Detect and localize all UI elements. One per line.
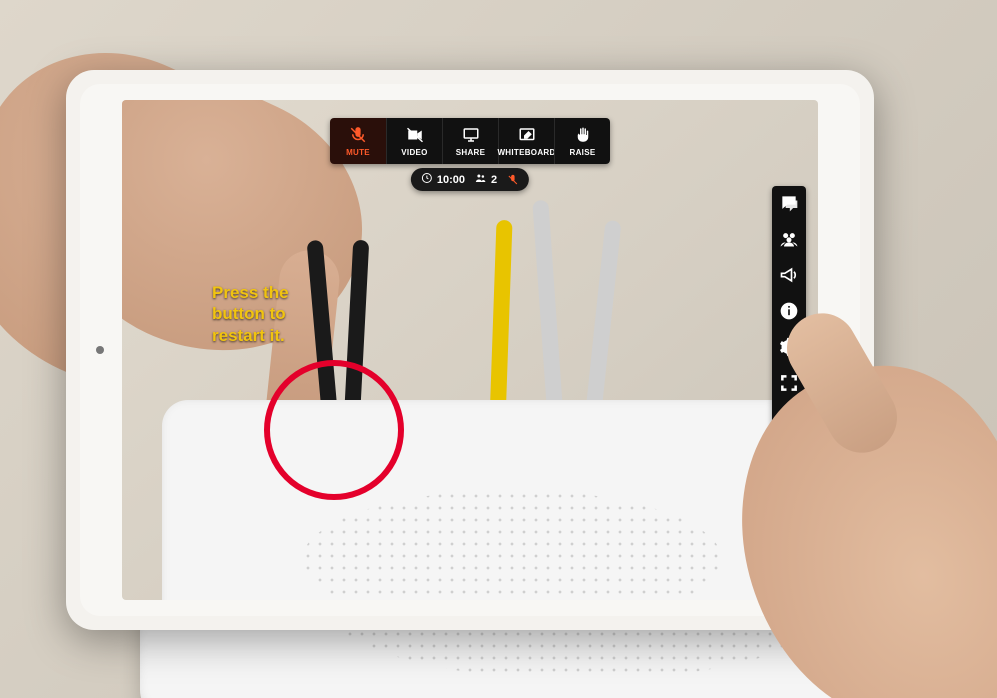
- whiteboard-label: WHITEBOARD: [497, 148, 555, 157]
- participant-count: 2: [475, 172, 497, 187]
- raise-label: RAISE: [570, 148, 596, 157]
- video-off-icon: [406, 126, 424, 146]
- announce-icon: [779, 265, 799, 290]
- raise-hand-button[interactable]: RAISE: [554, 118, 610, 164]
- chat-icon: [779, 193, 799, 218]
- info-button[interactable]: [778, 302, 800, 324]
- whiteboard-button[interactable]: WHITEBOARD: [498, 118, 554, 164]
- tablet-screen: Press the button to restart it. MUTE VID…: [122, 100, 818, 600]
- mute-label: MUTE: [346, 148, 370, 157]
- mic-muted-icon: [349, 126, 367, 146]
- ar-router: [162, 400, 802, 600]
- video-button[interactable]: VIDEO: [386, 118, 442, 164]
- video-label: VIDEO: [401, 148, 427, 157]
- call-timer: 10:00: [421, 172, 465, 187]
- participants-icon: [779, 229, 799, 254]
- timer-value: 10:00: [437, 174, 465, 186]
- chat-button[interactable]: [778, 194, 800, 216]
- mic-muted-indicator: [507, 174, 519, 186]
- announce-button[interactable]: [778, 266, 800, 288]
- info-icon: [779, 301, 799, 326]
- participant-value: 2: [491, 174, 497, 186]
- mute-button[interactable]: MUTE: [330, 118, 386, 164]
- call-toolbar: MUTE VIDEO SHARE: [330, 118, 610, 164]
- scene-root: Press the button to restart it. MUTE VID…: [0, 0, 997, 698]
- whiteboard-icon: [518, 126, 536, 146]
- tablet-camera: [96, 346, 104, 354]
- people-icon: [475, 172, 487, 187]
- clock-icon: [421, 172, 433, 187]
- hand-icon: [574, 126, 592, 146]
- annotation-circle: [264, 360, 404, 500]
- monitor-icon: [462, 126, 480, 146]
- share-label: SHARE: [456, 148, 486, 157]
- participants-button[interactable]: [778, 230, 800, 252]
- annotation-text: Press the button to restart it.: [212, 282, 289, 346]
- call-status-pill: 10:00 2: [411, 168, 529, 191]
- share-button[interactable]: SHARE: [442, 118, 498, 164]
